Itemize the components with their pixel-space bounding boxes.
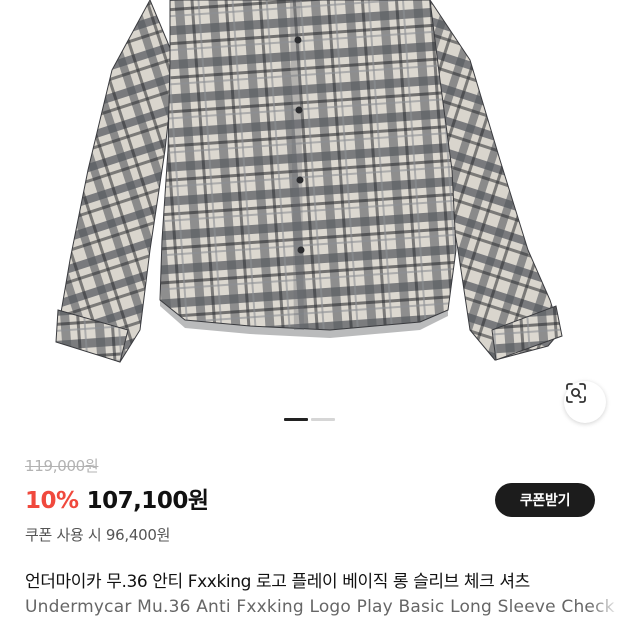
title-fade <box>590 560 620 620</box>
carousel-indicator <box>284 418 335 421</box>
coupon-price: 쿠폰 사용 시 96,400원 <box>25 526 171 544</box>
indicator-dot-inactive <box>311 418 335 421</box>
coupon-button[interactable]: 쿠폰받기 <box>495 483 595 517</box>
product-image[interactable] <box>0 0 620 440</box>
product-title-ko: 언더마이카 무.36 안티 Fxxking 로고 플레이 베이직 롱 슬리브 체… <box>25 572 530 592</box>
shirt-body <box>159 0 457 331</box>
indicator-dot-active <box>284 418 308 421</box>
shirt-illustration <box>55 0 563 363</box>
original-price: 119,000원 <box>25 457 99 475</box>
sale-price: 107,100원 <box>86 488 209 514</box>
discount-rate: 10% <box>25 488 79 514</box>
price-row: 10% 107,100원 <box>25 481 209 515</box>
product-title-en: Undermycar Mu.36 Anti Fxxking Logo Play … <box>25 597 620 617</box>
lens-search-button[interactable] <box>564 381 606 423</box>
left-sleeve <box>57 0 176 363</box>
lens-search-icon <box>566 383 586 403</box>
